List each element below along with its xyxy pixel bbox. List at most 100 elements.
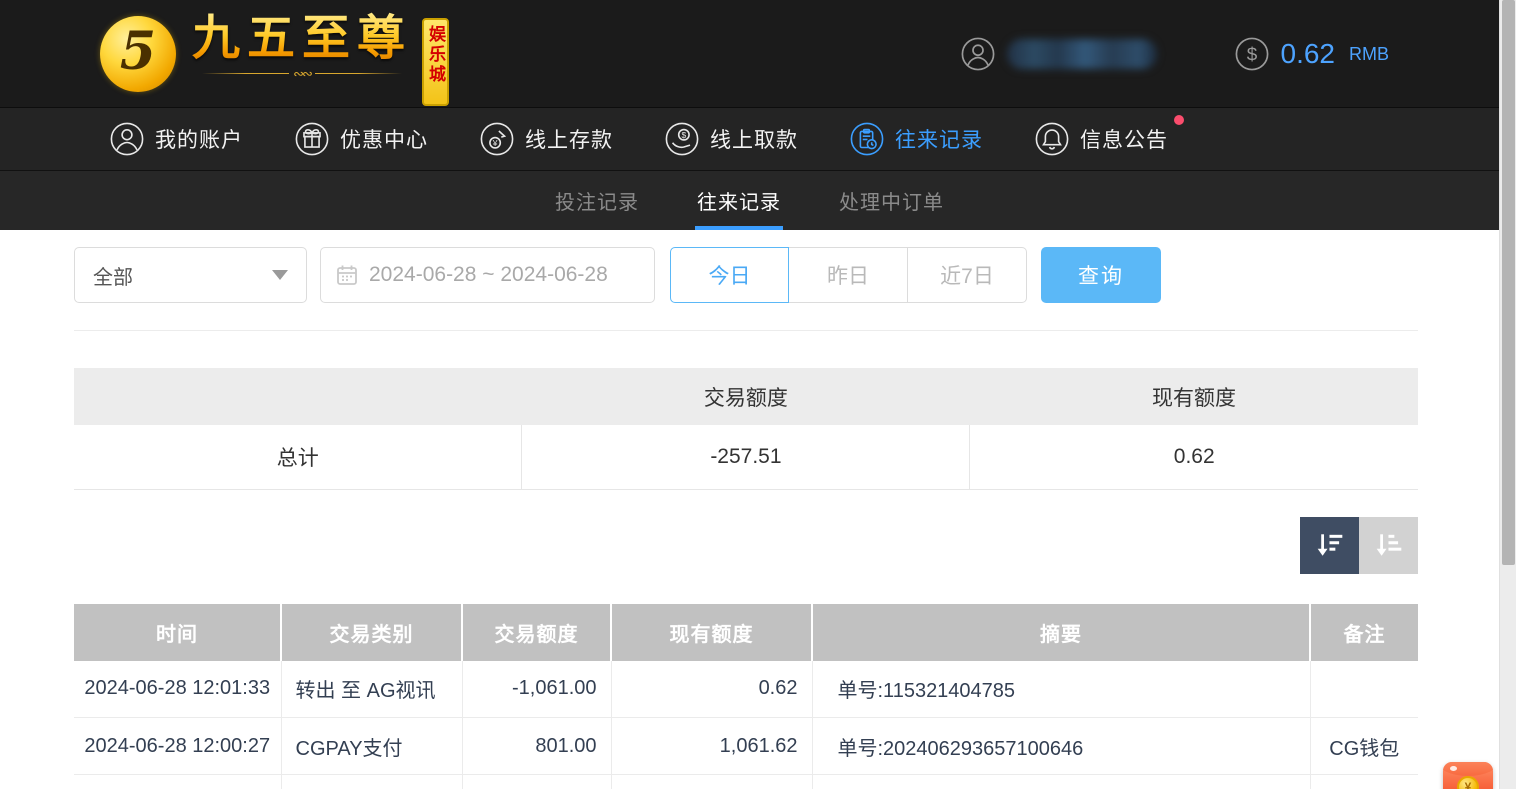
search-button[interactable]: 查询 [1041,247,1161,303]
withdraw-icon: $ [665,122,699,156]
user-account-menu[interactable] [961,37,1157,71]
red-envelope-promo-button[interactable]: ¥ [1443,762,1493,789]
dollar-coin-icon: $ [1235,37,1269,71]
username-blurred [1007,39,1157,69]
cell-note [1310,775,1418,789]
cell-type: 存款/汇款/扫码/ [281,775,462,789]
nav-item-withdraw[interactable]: $ 线上取款 [665,122,798,156]
cell-trade-amount: -1,061.00 [462,661,611,718]
bell-icon [1035,122,1069,156]
logo-flourish-ornament: ∾∾ [202,67,402,81]
cell-balance: 0.62 [611,661,812,718]
nav-item-transaction-records[interactable]: 往来记录 [850,122,983,156]
header-trade-amount: 交易额度 [462,604,611,661]
filter-row: 全部 2024-06-28 ~ 2024-06-28 今日 昨日 [74,247,1418,303]
header-type: 交易类别 [281,604,462,661]
sort-ascending-icon [1374,530,1404,560]
cell-balance: 1,061.62 [611,718,812,775]
user-icon [110,122,144,156]
header-balance: 现有额度 [611,604,812,661]
summary-total-label: 总计 [74,425,522,489]
cell-trade-amount [462,775,611,789]
sort-ascending-button[interactable] [1359,517,1418,574]
nav-item-my-account[interactable]: 我的账户 [110,122,243,156]
cell-time: 2024-06-28 12:00:27 [74,718,281,775]
balance-display: $ 0.62 RMB [1235,37,1390,71]
table-row: 存款/汇款/扫码/ [74,775,1418,789]
calendar-icon [335,263,359,287]
nav-item-deposit[interactable]: ¥ 线上存款 [480,122,613,156]
page-scrollbar[interactable] [1499,0,1516,789]
summary-trade-amount: -257.51 [522,425,970,489]
transactions-table: 时间 交易类别 交易额度 现有额度 摘要 备注 2024-06-28 12:01… [74,604,1418,789]
cell-type: CGPAY支付 [281,718,462,775]
logo-badge: 娱乐城 [422,18,449,106]
svg-text:¥: ¥ [492,138,498,148]
svg-text:$: $ [682,130,687,140]
summary-header-trade-amount: 交易额度 [522,368,970,425]
nav-label: 优惠中心 [340,124,428,154]
type-select-value: 全部 [93,261,272,290]
table-row: 2024-06-28 12:00:27 CGPAY支付 801.00 1,061… [74,718,1418,775]
tab-transaction-records[interactable]: 往来记录 [693,171,785,230]
nav-label: 往来记录 [895,124,983,154]
type-select[interactable]: 全部 [74,247,307,303]
balance-currency: RMB [1349,44,1389,65]
balance-amount: 0.62 [1281,38,1336,70]
header-note: 备注 [1310,604,1418,661]
table-row: 2024-06-28 12:01:33 转出 至 AG视讯 -1,061.00 … [74,661,1418,718]
date-range-value: 2024-06-28 ~ 2024-06-28 [369,263,608,287]
top-header: 5 九五至尊 ∾∾ 娱乐城 [0,0,1499,108]
section-divider [74,330,1418,331]
gold-coin-icon: ¥ [1457,776,1479,789]
records-icon [850,122,884,156]
cell-balance [611,775,812,789]
user-avatar-icon [961,37,995,71]
tab-bet-records[interactable]: 投注记录 [551,171,643,230]
cell-trade-amount: 801.00 [462,718,611,775]
cell-type: 转出 至 AG视讯 [281,661,462,718]
tab-pending-orders[interactable]: 处理中订单 [835,171,948,230]
sort-descending-button[interactable] [1300,517,1359,574]
date-range-input[interactable]: 2024-06-28 ~ 2024-06-28 [320,247,655,303]
cell-time: 2024-06-28 12:01:33 [74,661,281,718]
main-page: 5 九五至尊 ∾∾ 娱乐城 [0,0,1499,789]
summary-table: 交易额度 现有额度 总计 -257.51 0.62 [74,368,1418,490]
logo-medallion-icon: 5 [100,16,176,92]
main-navigation: 我的账户 优惠中心 ¥ 线上存款 [0,108,1499,171]
summary-balance: 0.62 [970,425,1418,489]
notification-dot [1174,115,1184,125]
summary-total-row: 总计 -257.51 0.62 [74,425,1418,489]
sparkle-highlight [1450,766,1457,771]
range-button-yesterday[interactable]: 昨日 [789,247,908,303]
nav-label: 线上存款 [525,124,613,154]
nav-label: 我的账户 [155,124,243,154]
content-area: 全部 2024-06-28 ~ 2024-06-28 今日 昨日 [0,230,1499,789]
table-header-row: 时间 交易类别 交易额度 现有额度 摘要 备注 [74,604,1418,661]
deposit-icon: ¥ [480,122,514,156]
nav-item-promotions[interactable]: 优惠中心 [295,122,428,156]
scrollbar-thumb[interactable] [1502,0,1515,565]
nav-label: 线上取款 [710,124,798,154]
cell-time [74,775,281,789]
summary-header-balance: 现有额度 [970,368,1418,425]
summary-header-row: 交易额度 现有额度 [74,368,1418,425]
header-summary: 摘要 [812,604,1310,661]
cell-summary [812,775,1310,789]
cell-summary: 单号:202406293657100646 [812,718,1310,775]
header-time: 时间 [74,604,281,661]
site-logo[interactable]: 5 九五至尊 ∾∾ 娱乐城 [100,12,449,106]
cell-note: CG钱包 [1310,718,1418,775]
summary-header-empty [74,368,522,425]
quick-range-group: 今日 昨日 近7日 [670,247,1027,303]
cell-note [1310,661,1418,718]
records-subnav: 投注记录 往来记录 处理中订单 [0,171,1499,230]
cell-summary: 单号:115321404785 [812,661,1310,718]
page-viewport: 5 九五至尊 ∾∾ 娱乐城 [0,0,1516,789]
range-button-today[interactable]: 今日 [670,247,789,303]
nav-label: 信息公告 [1080,124,1168,154]
range-button-last7days[interactable]: 近7日 [908,247,1027,303]
site-title: 九五至尊 [192,12,412,65]
nav-item-announcements[interactable]: 信息公告 [1035,122,1168,156]
svg-text:$: $ [1246,45,1257,66]
